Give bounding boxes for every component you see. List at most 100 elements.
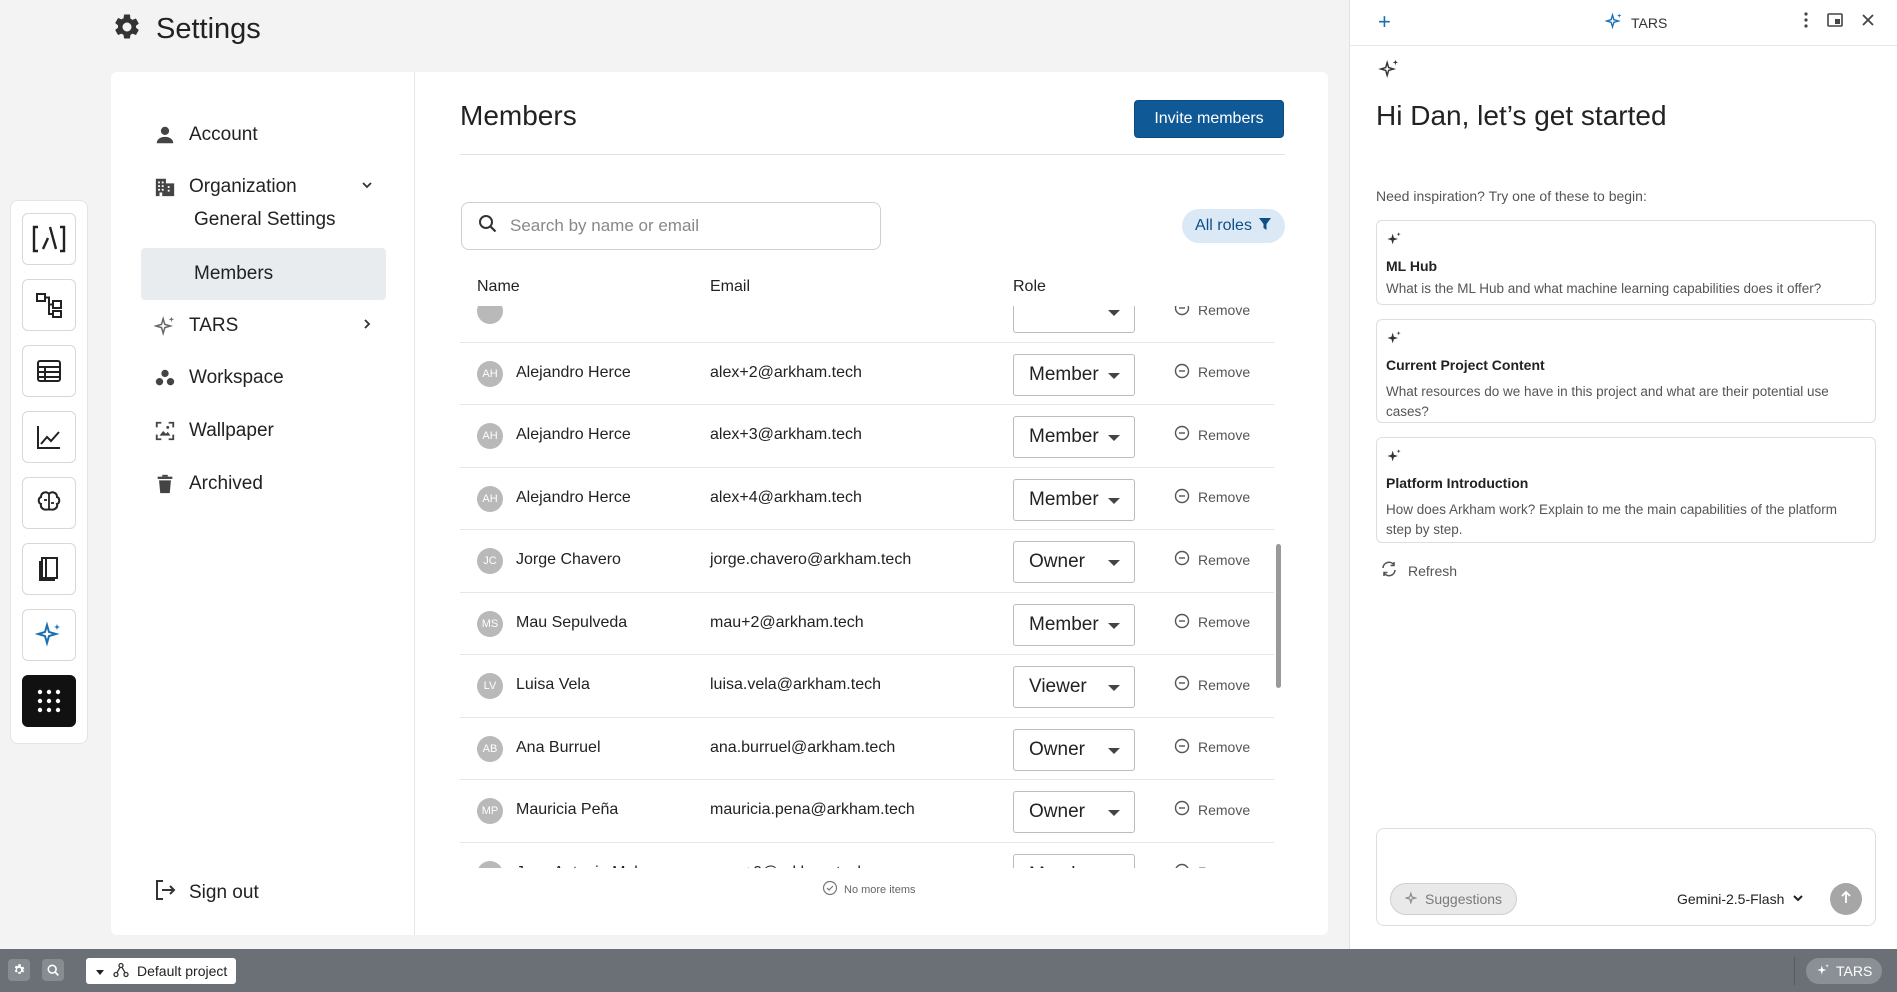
avatar: AH [477,423,503,449]
brain-button[interactable] [22,477,76,529]
suggestion-card[interactable]: Current Project Content What resources d… [1376,319,1876,423]
nav-wallpaper[interactable]: Wallpaper [141,411,386,451]
role-select[interactable]: Member [1013,853,1135,868]
project-tree-icon [113,962,129,981]
close-icon[interactable] [1861,13,1875,32]
flow-diagram-button[interactable] [22,279,76,331]
minus-circle-icon [1174,550,1190,569]
role-select[interactable] [1013,306,1135,333]
minus-circle-icon [1174,363,1190,382]
table-scrollbar[interactable] [1276,544,1281,688]
suggestion-card[interactable]: Platform Introduction How does Arkham wo… [1376,437,1876,543]
chevron-right-icon [360,315,374,337]
member-name: Alejandro Herce [516,426,631,443]
flow-diagram-icon [36,293,62,318]
role-filter-button[interactable]: All roles [1182,209,1285,243]
remove-button[interactable]: Remove [1174,800,1250,819]
role-select[interactable]: Owner [1013,791,1135,833]
remove-label: Remove [1198,614,1251,630]
role-select[interactable]: Member [1013,478,1135,521]
remove-button[interactable]: Remove [1174,675,1250,694]
project-selector[interactable]: Default project [86,958,237,984]
role-select[interactable]: Owner [1013,728,1135,771]
notebook-button[interactable] [22,543,76,595]
member-name: Luisa Vela [516,676,590,693]
tars-button[interactable] [22,609,76,661]
sparkle-icon [1404,890,1419,908]
logo-button[interactable] [22,213,76,265]
nav-members[interactable]: Members [141,248,386,300]
role-value: Owner [1029,551,1085,572]
sign-out-button[interactable]: Sign out [153,878,259,908]
remove-label: Remove [1198,489,1251,505]
remove-label: Remove [1198,676,1251,693]
new-chat-button[interactable]: + [1378,9,1391,35]
role-select[interactable]: Owner [1013,541,1135,583]
nav-general-settings-label: General Settings [194,209,336,230]
remove-button[interactable]: Remove [1174,863,1250,868]
search-button[interactable] [42,959,64,981]
remove-button[interactable]: Remove [1174,550,1250,569]
table-row: MS Mau Sepulveda mau+2@arkham.tech Membe… [460,593,1274,655]
settings-button[interactable] [8,959,30,981]
tars-title-label: TARS [1631,14,1668,31]
chat-composer[interactable]: Suggestions Gemini-2.5-Flash [1376,828,1876,926]
search-input[interactable] [510,216,850,236]
nav-account[interactable]: Account [141,115,386,155]
refresh-icon [1380,560,1398,581]
minus-circle-icon [1174,425,1190,444]
chevron-down-icon [1792,891,1804,907]
remove-button[interactable]: Remove [1174,738,1250,757]
remove-button[interactable]: Remove [1174,488,1250,507]
nav-account-label: Account [189,124,258,145]
table-button[interactable] [22,345,76,397]
role-select[interactable]: Member [1013,416,1135,458]
send-button[interactable] [1830,883,1862,915]
caret-down-icon [1108,497,1120,504]
search-icon [478,214,498,239]
suggestion-card[interactable]: ML Hub What is the ML Hub and what machi… [1376,220,1876,305]
member-email: alex+3@arkham.tech [710,426,862,443]
role-select[interactable]: Member [1013,603,1135,646]
remove-button[interactable]: Remove [1174,306,1250,319]
apps-grid-button[interactable] [22,675,76,727]
invite-members-button[interactable]: Invite members [1134,100,1284,138]
nav-general-settings[interactable]: General Settings [141,194,386,246]
divider [1794,957,1795,985]
nav-workspace-label: Workspace [189,367,284,388]
remove-label: Remove [1198,739,1251,755]
person-icon [153,123,177,147]
nav-tars[interactable]: TARS [141,306,386,346]
minus-circle-icon [1174,613,1190,632]
member-name: Jose Antonio Malo [516,864,647,869]
more-vertical-icon[interactable] [1803,12,1809,33]
members-table[interactable]: Remove AH Alejandro Herce alex+2@arkham.… [460,306,1274,868]
apps-grid-icon [37,689,61,713]
remove-label: Remove [1198,426,1251,443]
remove-button[interactable]: Remove [1174,613,1250,632]
nav-workspace[interactable]: Workspace [141,358,386,398]
suggestion-description: What resources do we have in this projec… [1386,384,1829,419]
suggestions-chip[interactable]: Suggestions [1390,883,1518,915]
model-select[interactable]: Gemini-2.5-Flash [1677,891,1804,907]
member-email: jorge.chavero@arkham.tech [710,551,912,568]
member-email: alex+2@arkham.tech [710,363,862,381]
role-select[interactable]: Member [1013,353,1135,396]
remove-button[interactable]: Remove [1174,425,1250,444]
role-select[interactable]: Viewer [1013,666,1135,708]
remove-button[interactable]: Remove [1174,363,1250,382]
refresh-button[interactable]: Refresh [1380,560,1457,581]
arrow-up-icon [1840,890,1852,909]
sparkle-icon [1386,331,1402,350]
picture-in-picture-icon[interactable] [1827,13,1843,32]
chart-button[interactable] [22,411,76,463]
sparkle-icon [153,314,177,338]
tars-toggle-button[interactable]: TARS [1806,958,1883,984]
avatar: MS [477,610,503,637]
tars-header: + TARS [1350,0,1897,46]
minus-circle-icon [1174,800,1190,819]
nav-archived[interactable]: Archived [141,464,386,504]
check-circle-icon [822,880,838,899]
member-search[interactable] [461,202,881,250]
search-icon [47,964,59,976]
